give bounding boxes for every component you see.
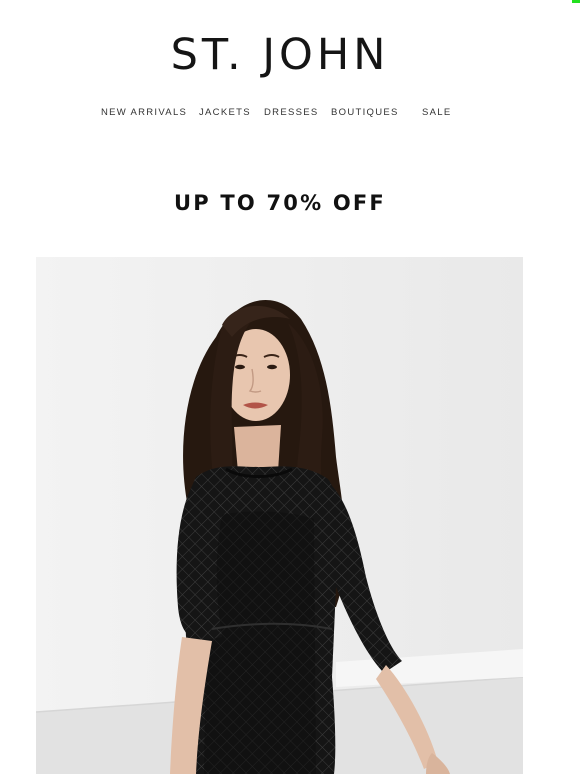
brand-logo[interactable]: ST. JOHN bbox=[0, 32, 560, 78]
nav-item-boutiques[interactable]: BOUTIQUES bbox=[331, 107, 399, 119]
status-indicator bbox=[572, 0, 580, 3]
promo-heading: UP TO 70% OFF bbox=[174, 191, 386, 215]
nav-item-dresses[interactable]: DRESSES bbox=[264, 107, 319, 119]
nav-item-new-arrivals[interactable]: NEW ARRIVALS bbox=[101, 107, 187, 119]
nav-item-jackets[interactable]: JACKETS bbox=[199, 107, 251, 119]
hero-image[interactable] bbox=[36, 257, 523, 774]
nav-item-sale[interactable]: SALE bbox=[422, 107, 452, 119]
hero-illustration bbox=[36, 257, 523, 774]
main-nav: NEW ARRIVALS JACKETS DRESSES BOUTIQUES S… bbox=[0, 107, 580, 121]
